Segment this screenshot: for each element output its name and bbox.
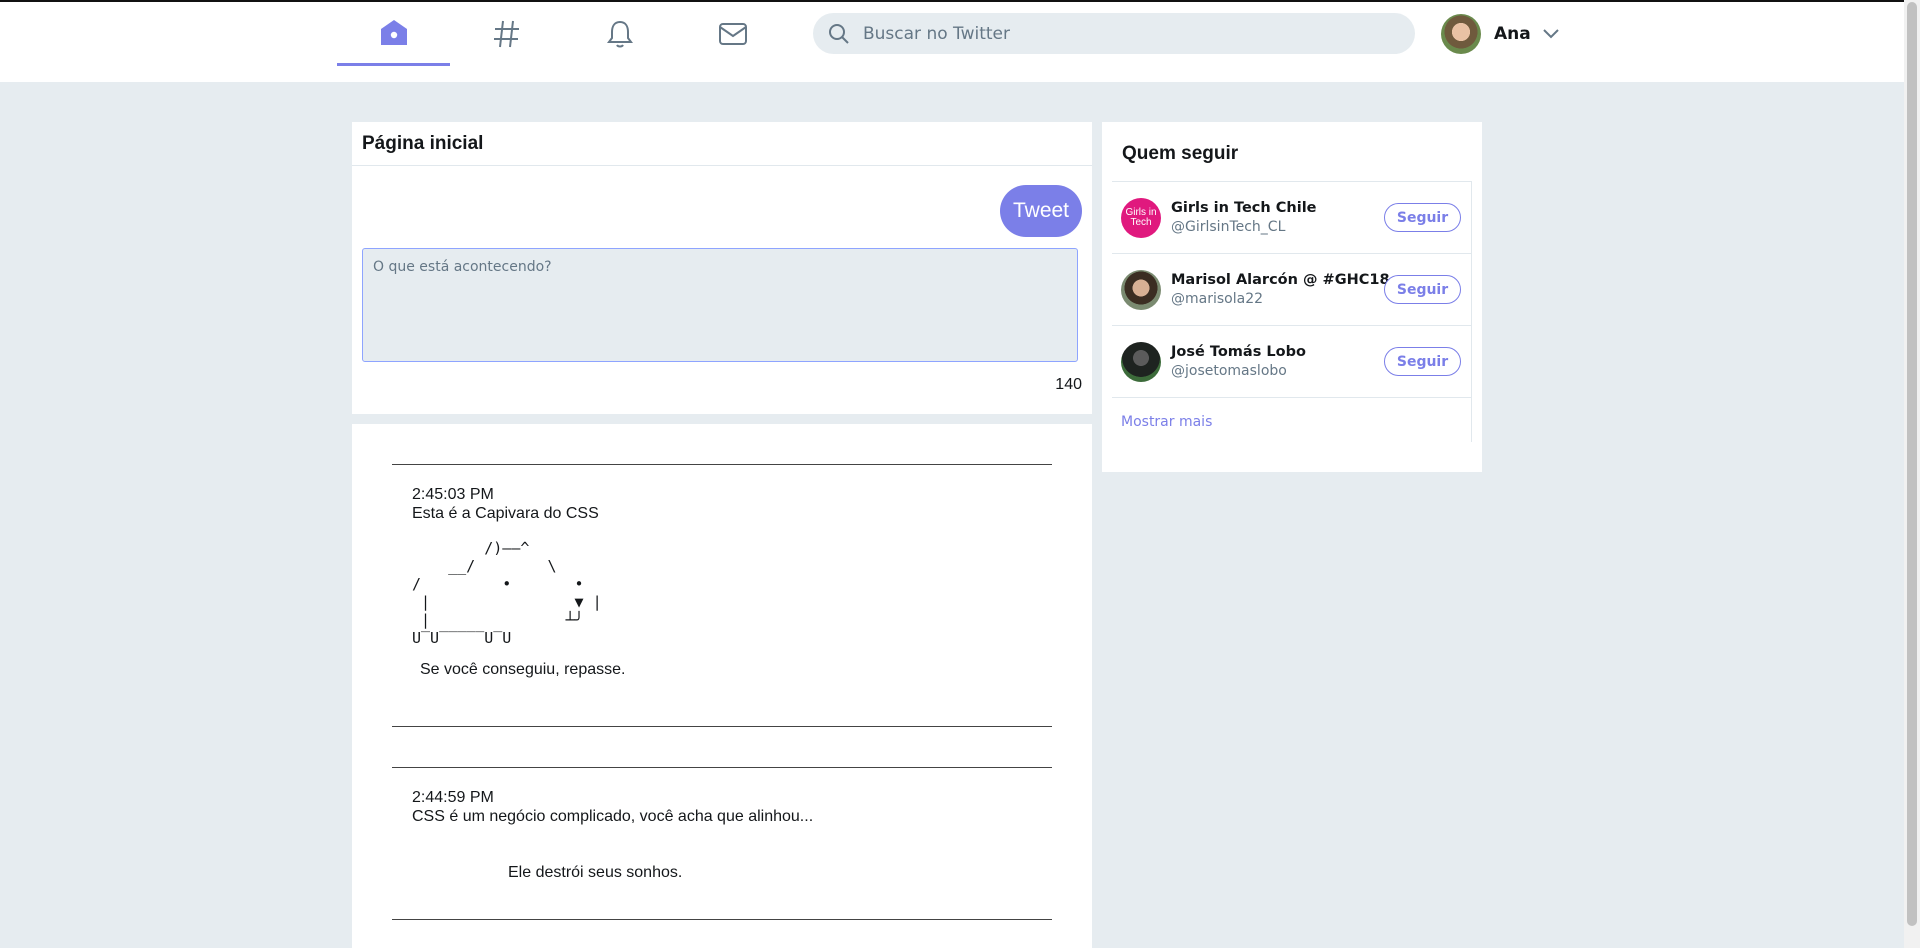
home-icon [380, 19, 407, 45]
top-navigation-bar: Ana [0, 0, 1904, 82]
avatar [1441, 14, 1481, 54]
nav-explore[interactable] [450, 2, 563, 66]
follow-button[interactable]: Seguir [1384, 347, 1461, 376]
tweet-item: 2:45:03 PM Esta é a Capivara do CSS /)——… [392, 464, 1052, 727]
search-input[interactable] [863, 23, 1403, 44]
tweet-footer-text: Ele destrói seus sonhos. [508, 864, 683, 881]
follow-button[interactable]: Seguir [1384, 275, 1461, 304]
follow-suggestion: José Tomás Lobo @josetomaslobo Seguir [1112, 326, 1471, 398]
tweet-feed: 2:45:03 PM Esta é a Capivara do CSS /)——… [352, 424, 1092, 948]
user-display-name[interactable]: Girls in Tech Chile [1171, 199, 1317, 218]
who-to-follow-title: Quem seguir [1112, 122, 1472, 182]
follow-list: Girls in Tech Girls in Tech Chile @Girls… [1112, 182, 1472, 442]
user-handle: @GirlsinTech_CL [1171, 218, 1286, 235]
avatar[interactable]: Girls in Tech [1121, 197, 1161, 238]
home-panel: Página inicial Tweet 140 [352, 122, 1092, 414]
compose-tweet-input[interactable] [362, 248, 1078, 362]
bell-icon [606, 20, 633, 48]
tweet-item: 2:44:59 PM CSS é um negócio complicado, … [392, 767, 1052, 920]
avatar[interactable] [1121, 341, 1161, 382]
chevron-down-icon [1543, 29, 1559, 39]
follow-suggestion: Marisol Alarcón @ #GHC18 @marisola22 Seg… [1112, 254, 1471, 326]
hashtag-icon [493, 20, 519, 48]
show-more-link[interactable]: Mostrar mais [1112, 398, 1471, 442]
mail-icon [718, 23, 747, 45]
user-name: Ana [1494, 24, 1531, 44]
tweet-timestamp: 2:44:59 PM [412, 789, 494, 806]
follow-suggestion: Girls in Tech Girls in Tech Chile @Girls… [1112, 182, 1471, 254]
char-counter: 140 [1055, 376, 1082, 393]
search-icon [829, 23, 849, 44]
follow-button[interactable]: Seguir [1384, 203, 1461, 232]
search-bar [813, 13, 1415, 54]
nav-home[interactable] [337, 2, 450, 66]
user-handle: @josetomaslobo [1171, 362, 1287, 379]
user-handle: @marisola22 [1171, 290, 1264, 307]
page-title: Página inicial [352, 122, 1092, 166]
tweet-text: CSS é um negócio complicado, você acha q… [412, 808, 814, 825]
scrollbar-thumb[interactable] [1907, 2, 1917, 926]
user-display-name[interactable]: José Tomás Lobo [1171, 343, 1306, 362]
nav-messages[interactable] [676, 2, 789, 66]
tweet-button[interactable]: Tweet [1000, 185, 1082, 237]
nav-notifications[interactable] [563, 2, 676, 66]
tweet-timestamp: 2:45:03 PM [412, 486, 494, 503]
user-menu[interactable]: Ana [1441, 14, 1561, 54]
tweet-footer-text: Se você conseguiu, repasse. [420, 661, 626, 678]
avatar-logo-text: Girls in Tech [1125, 206, 1157, 228]
tweet-ascii-art: /)——^ __/ \ / • • | ▼ | | ┴╯ U‾U‾‾‾‾‾U‾U [412, 539, 602, 647]
user-display-name[interactable]: Marisol Alarcón @ #GHC18 [1171, 271, 1390, 290]
tweet-text: Esta é a Capivara do CSS [412, 505, 599, 522]
scrollbar[interactable] [1904, 0, 1920, 948]
avatar[interactable] [1121, 269, 1161, 310]
who-to-follow-panel: Quem seguir Girls in Tech Girls in Tech … [1102, 122, 1482, 472]
